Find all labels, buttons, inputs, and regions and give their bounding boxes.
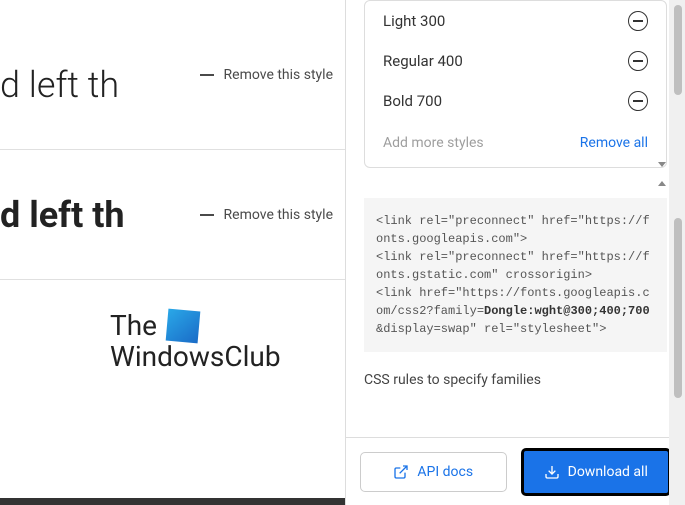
minus-icon bbox=[200, 214, 214, 216]
code-line: <link href="https://fonts.googleapis.com… bbox=[376, 284, 655, 338]
remove-style-button[interactable]: Remove this style bbox=[200, 67, 333, 83]
embed-code-box[interactable]: <link rel="preconnect" href="https://fon… bbox=[364, 198, 667, 352]
css-rules-heading: CSS rules to specify families bbox=[364, 372, 667, 388]
download-all-label: Download all bbox=[568, 464, 648, 480]
logo-area: The WindowsClub bbox=[0, 280, 345, 371]
style-item: Bold 700 bbox=[383, 81, 648, 121]
api-docs-label: API docs bbox=[417, 464, 473, 480]
scrollbar-thumb[interactable] bbox=[674, 218, 682, 398]
remove-style-circle-icon[interactable] bbox=[628, 91, 648, 111]
add-more-styles-link[interactable]: Add more styles bbox=[383, 135, 484, 151]
remove-style-circle-icon[interactable] bbox=[628, 11, 648, 31]
download-icon bbox=[544, 464, 560, 480]
remove-style-circle-icon[interactable] bbox=[628, 51, 648, 71]
remove-style-button[interactable]: Remove this style bbox=[200, 207, 333, 223]
style-item: Regular 400 bbox=[383, 41, 648, 81]
style-label: Regular 400 bbox=[383, 52, 463, 70]
font-sample-row: d left th Remove this style bbox=[0, 150, 345, 280]
style-item: Light 300 bbox=[383, 1, 648, 41]
download-all-button[interactable]: Download all bbox=[521, 448, 672, 496]
api-docs-button[interactable]: API docs bbox=[360, 452, 507, 492]
right-sidebar-panel: Light 300 Regular 400 Bold 700 Add more … bbox=[345, 0, 685, 505]
outer-scrollbar[interactable] bbox=[669, 0, 685, 505]
selected-styles-box: Light 300 Regular 400 Bold 700 Add more … bbox=[364, 0, 667, 168]
font-sample-row: d left th Remove this style bbox=[0, 0, 345, 150]
logo-text-line2: WindowsClub bbox=[110, 342, 345, 371]
minus-icon bbox=[200, 74, 214, 76]
bottom-action-bar: API docs Download all bbox=[346, 437, 685, 505]
external-link-icon bbox=[393, 464, 409, 480]
inner-scrollbar[interactable] bbox=[657, 160, 667, 188]
sample-text-light: d left th bbox=[0, 64, 175, 106]
style-label: Light 300 bbox=[383, 12, 445, 30]
code-line: <link rel="preconnect" href="https://fon… bbox=[376, 248, 655, 284]
sample-text-bold: d left th bbox=[0, 194, 175, 236]
left-preview-panel: d left th Remove this style d left th Re… bbox=[0, 0, 345, 505]
logo-text-line1: The bbox=[110, 311, 157, 340]
code-line: <link rel="preconnect" href="https://fon… bbox=[376, 212, 655, 248]
remove-style-label: Remove this style bbox=[224, 67, 333, 83]
logo-icon bbox=[166, 309, 201, 344]
scroll-arrow-up-icon[interactable] bbox=[658, 181, 666, 186]
style-label: Bold 700 bbox=[383, 92, 442, 110]
scrollbar-thumb[interactable] bbox=[674, 5, 682, 95]
footer-strip bbox=[0, 498, 345, 505]
remove-all-link[interactable]: Remove all bbox=[580, 135, 648, 151]
remove-style-label: Remove this style bbox=[224, 207, 333, 223]
scroll-arrow-down-icon[interactable] bbox=[658, 162, 666, 167]
